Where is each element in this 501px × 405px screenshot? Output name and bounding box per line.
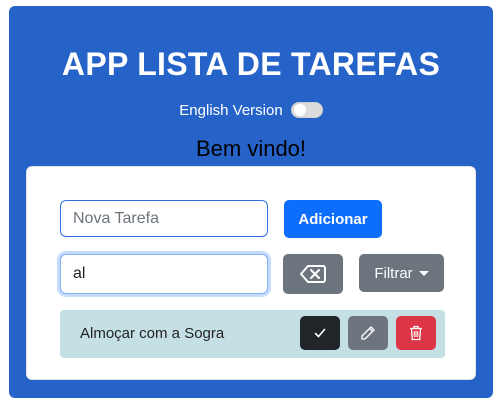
- language-toggle-switch[interactable]: [290, 102, 323, 118]
- task-card: Adicionar Filtrar Almoçar com a Sogra: [26, 166, 476, 380]
- task-text: Almoçar com a Sogra: [80, 325, 225, 342]
- welcome-message: Bem vindo!: [195, 136, 307, 161]
- app-container: APP LISTA DE TAREFAS English Version Bem…: [9, 6, 493, 398]
- check-icon: [314, 328, 326, 338]
- filter-dropdown-button[interactable]: Filtrar: [359, 254, 444, 292]
- filter-input[interactable]: [60, 254, 268, 294]
- app-title: APP LISTA DE TAREFAS: [61, 46, 441, 82]
- new-task-input[interactable]: [60, 200, 268, 237]
- trash-icon: [410, 325, 422, 341]
- edit-task-button[interactable]: [348, 316, 388, 350]
- toggle-knob: [293, 104, 306, 116]
- clear-filter-button[interactable]: [283, 254, 343, 294]
- add-task-button[interactable]: Adicionar: [284, 200, 382, 238]
- caret-down-icon: [418, 270, 429, 276]
- language-toggle-row: English Version: [9, 99, 493, 121]
- delete-task-button[interactable]: [396, 316, 436, 350]
- language-toggle-label: English Version: [179, 101, 283, 119]
- filter-button-label: Filtrar: [374, 264, 413, 282]
- task-list-item: Almoçar com a Sogra: [60, 310, 445, 358]
- pencil-icon: [361, 326, 375, 340]
- complete-task-button[interactable]: [300, 316, 340, 350]
- backspace-icon: [300, 265, 326, 283]
